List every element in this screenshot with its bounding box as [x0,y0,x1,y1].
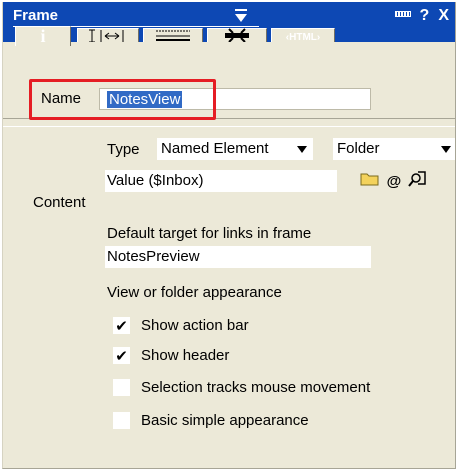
folder-button[interactable] [359,170,381,192]
help-button[interactable]: ? [420,6,430,26]
value-input[interactable]: Value ($Inbox) [105,170,337,192]
lookup-icon [408,170,428,192]
basic-simple-appearance-label: Basic simple appearance [141,412,309,429]
element-kind-dropdown[interactable]: Folder [333,138,455,160]
selection-tracks-mouse-checkbox[interactable] [113,379,130,396]
target-label: Default target for links in frame [107,225,312,242]
chevron-down-icon [441,146,451,153]
element-kind-value: Folder [337,140,380,157]
content-label: Content [33,194,86,211]
frame-properties-dialog: Frame ? X i ‹HTML› Name NotesView Conten… [2,2,456,469]
target-value: NotesPreview [107,248,200,265]
show-action-bar-checkbox[interactable]: ✔ [113,317,130,335]
checkmark-icon: ✔ [115,317,128,335]
type-dropdown[interactable]: Named Element [157,138,313,160]
value-text-line: Value ($Inbox) [107,172,203,189]
type-label: Type [107,141,140,158]
dialog-title: Frame [13,7,59,24]
appearance-label: View or folder appearance [107,284,282,301]
show-action-bar-label: Show action bar [141,317,249,334]
title-controls: ? X [394,6,449,26]
tab-info[interactable]: i [15,26,71,46]
lookup-button[interactable] [407,170,429,192]
selection-tracks-mouse-label: Selection tracks mouse movement [141,379,371,396]
show-header-checkbox[interactable]: ✔ [113,347,130,365]
basic-simple-appearance-checkbox[interactable] [113,412,130,429]
info-icon: i [40,26,46,46]
folder-icon [360,171,380,191]
type-value: Named Element [161,140,269,157]
value-text: ($Inbox) [148,172,204,189]
chevron-down-icon [297,146,307,153]
value-label: Value [107,172,145,189]
chevron-down-icon [235,9,247,22]
target-input[interactable]: NotesPreview [105,246,371,268]
properties-type-dropdown[interactable]: Frame [13,7,259,27]
title-bar: Frame ? X i ‹HTML› [3,2,455,46]
highlight-box [29,79,216,120]
close-button[interactable]: X [438,6,449,26]
tab-row: i ‹HTML› [3,26,455,46]
checkmark-icon: ✔ [115,347,128,365]
collapse-icon[interactable] [394,11,411,17]
formula-button[interactable]: @ [383,170,405,192]
at-formula-icon: @ [386,172,402,190]
show-header-label: Show header [141,347,230,364]
